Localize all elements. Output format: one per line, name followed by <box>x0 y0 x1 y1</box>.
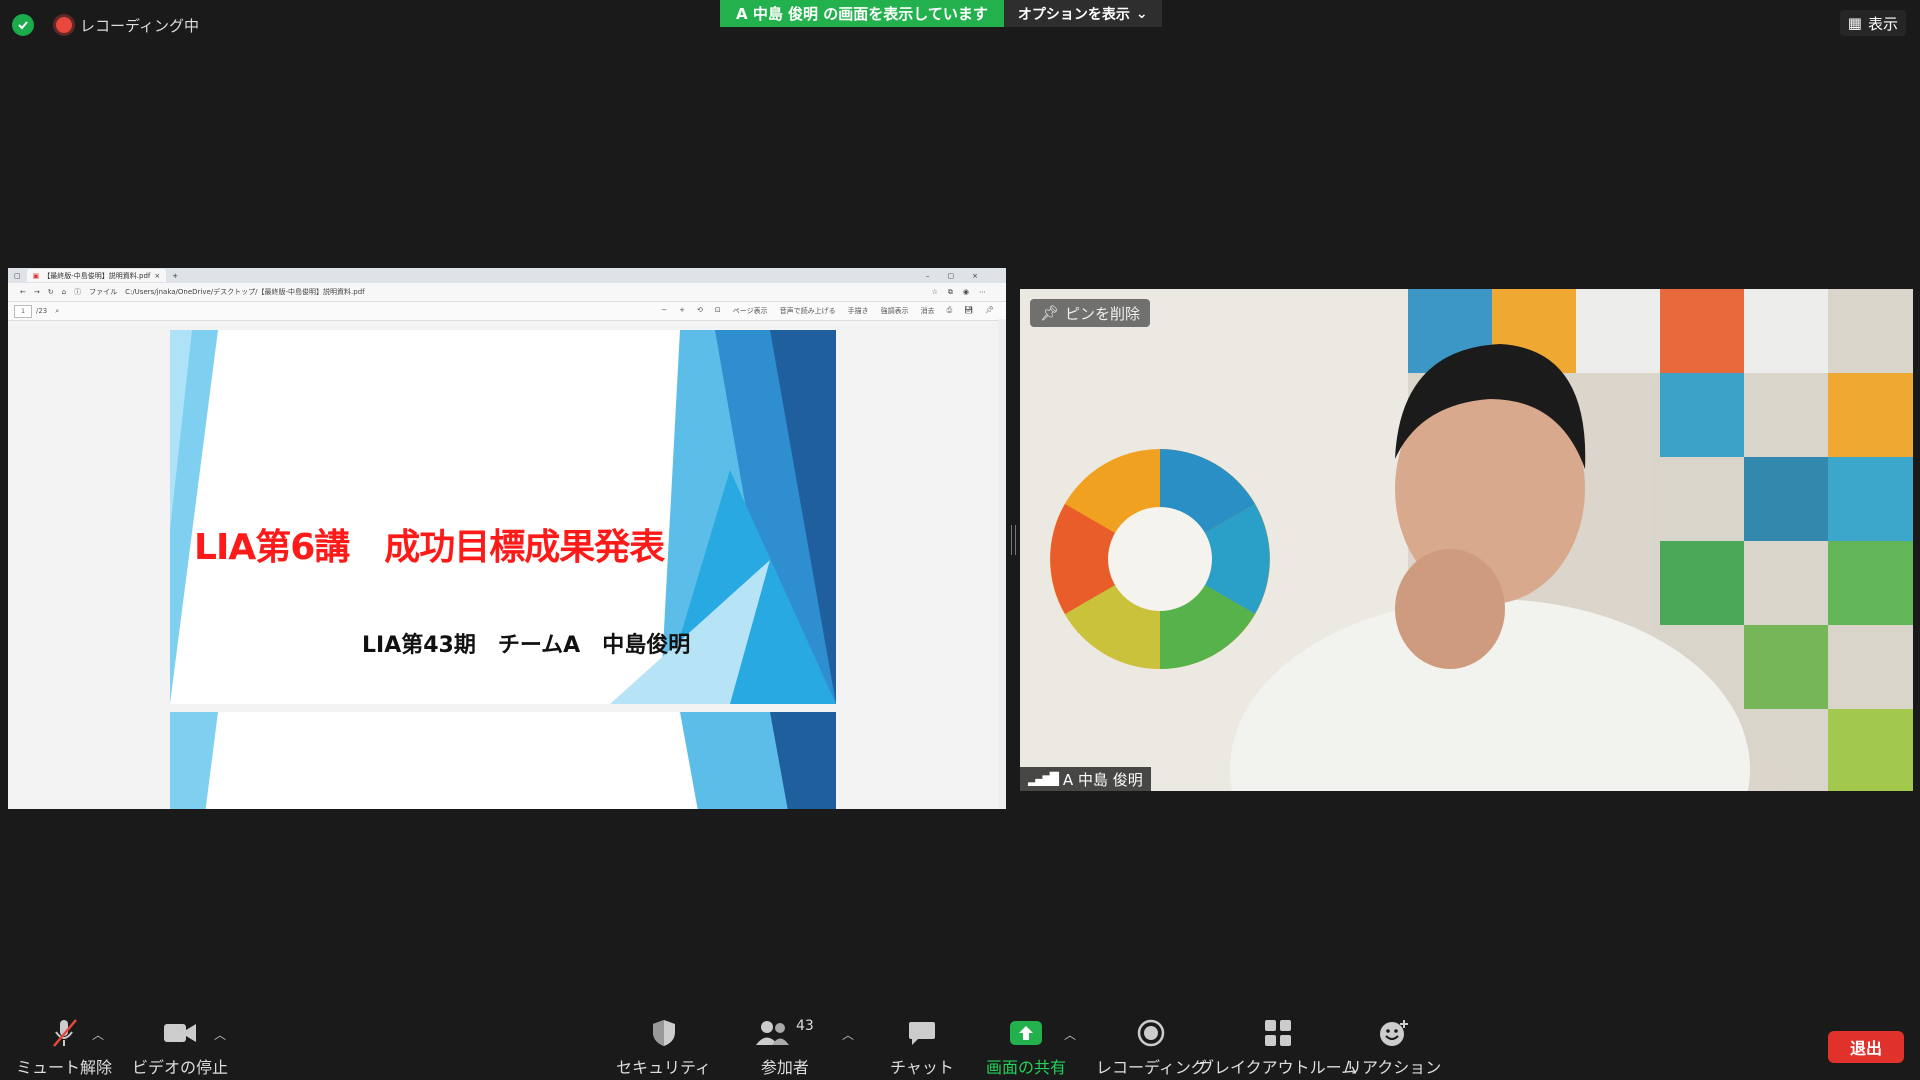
reactions-button[interactable]: リアクション <box>1346 1018 1441 1078</box>
participants-count: 43 <box>796 1018 814 1034</box>
pdf-toolbar: 1 /23 ⌕ − + ⟲ ⊡ ページ表示 音声で読み上げる 手描き 強調表示 … <box>8 302 1006 321</box>
zoom-in-icon[interactable]: + <box>679 306 685 316</box>
erase-tool[interactable]: 消去 <box>921 306 935 316</box>
pdf-icon: ▣ <box>32 271 40 280</box>
participants-icon: 43 <box>756 1018 814 1048</box>
recording-label: レコーディング中 <box>80 16 199 35</box>
window-icon: ▢ <box>14 271 21 280</box>
grid-icon: ▦ <box>1847 14 1862 32</box>
rotate-icon[interactable]: ⟲ <box>697 306 703 316</box>
shared-screen: ▢ ▣ 【最終版-中島俊明】説明資料.pdf × + –▢× ← → ↻ ⌂ ⓘ… <box>8 268 1006 809</box>
chat-button[interactable]: チャット <box>890 1018 954 1078</box>
slide-subtitle: LIA第43期 チームA 中島俊明 <box>362 633 691 658</box>
unmute-label: ミュート解除 <box>16 1058 113 1077</box>
video-options-caret-icon[interactable]: ︿ <box>214 1026 226 1043</box>
zoom-out-icon[interactable]: − <box>661 306 667 316</box>
share-screen-icon <box>1010 1018 1042 1048</box>
recording-dot-icon <box>56 17 72 33</box>
browser-action-icons[interactable]: ☆⧉◉⋯ <box>932 288 1006 297</box>
participants-caret-icon[interactable]: ︿ <box>842 1026 854 1043</box>
share-banner: A 中島 俊明 の画面を表示しています オプションを表示 ⌄ <box>720 0 1162 27</box>
share-screen-label: 画面の共有 <box>986 1058 1067 1077</box>
participant-nameplate: ▂▄▆█ A 中島 俊明 <box>1020 767 1151 791</box>
draw-tool[interactable]: 手描き <box>848 306 869 316</box>
pdf-scrollbar[interactable] <box>998 319 1006 809</box>
info-icon: ⓘ <box>74 288 82 296</box>
record-button[interactable]: レコーディング <box>1096 1018 1207 1078</box>
search-icon[interactable]: ⌕ <box>55 307 59 316</box>
audio-options-caret-icon[interactable]: ︿ <box>92 1026 104 1043</box>
home-icon[interactable]: ⌂ <box>62 288 66 296</box>
pdf-tools: − + ⟲ ⊡ ページ表示 音声で読み上げる 手描き 強調表示 消去 ⎙ 💾︎ … <box>661 306 1006 316</box>
view-label: 表示 <box>1867 14 1898 33</box>
participant-video <box>1020 289 1913 791</box>
breakout-rooms-label: ブレイクアウトルーム <box>1198 1058 1358 1077</box>
chat-bubble-icon <box>908 1018 936 1048</box>
reactions-label: リアクション <box>1346 1058 1442 1077</box>
sharing-notice: A 中島 俊明 の画面を表示しています <box>720 0 1004 27</box>
chevron-down-icon: ⌄ <box>1135 5 1148 22</box>
unpin-label: ピンを削除 <box>1065 304 1141 323</box>
view-options-label: オプションを表示 <box>1017 6 1130 23</box>
save-icon[interactable]: 💾︎ <box>964 306 973 316</box>
breakout-rooms-button[interactable]: ブレイクアウトルーム <box>1198 1018 1357 1078</box>
video-camera-icon <box>164 1018 196 1048</box>
smiley-plus-icon <box>1379 1018 1409 1048</box>
view-button[interactable]: ▦ 表示 <box>1839 10 1906 36</box>
highlight-tool[interactable]: 強調表示 <box>881 306 909 316</box>
split-handle[interactable] <box>1011 525 1016 555</box>
pin-icon: 📌︎ <box>1040 304 1060 322</box>
close-tab-icon[interactable]: × <box>154 272 160 280</box>
recording-indicator[interactable]: レコーディング中 <box>56 14 199 36</box>
chat-label: チャット <box>890 1058 954 1077</box>
refresh-icon[interactable]: ↻ <box>48 288 54 296</box>
back-icon[interactable]: ← <box>20 288 26 296</box>
address-bar[interactable]: ← → ↻ ⌂ ⓘ ファイル C:/Users/jnaka/OneDrive/デ… <box>8 283 1006 302</box>
participant-name: A 中島 俊明 <box>1062 770 1143 789</box>
record-icon <box>1137 1018 1165 1048</box>
share-screen-button[interactable]: 画面の共有 <box>986 1018 1066 1078</box>
fit-icon[interactable]: ⊡ <box>715 306 721 316</box>
stop-video-label: ビデオの停止 <box>132 1058 229 1077</box>
print-icon[interactable]: ⎙ <box>947 306 953 316</box>
security-label: セキュリティ <box>616 1058 712 1077</box>
pdf-slide-page-2 <box>170 712 836 809</box>
address-text[interactable]: C:/Users/jnaka/OneDrive/デスクトップ/【最終版-中島俊明… <box>125 287 365 297</box>
browser-tab-bar: ▢ ▣ 【最終版-中島俊明】説明資料.pdf × + –▢× <box>8 268 1006 283</box>
participants-label: 参加者 <box>760 1058 809 1077</box>
page-number-input[interactable]: 1 <box>14 304 32 318</box>
leave-button[interactable]: 退出 <box>1828 1031 1904 1063</box>
view-options-button[interactable]: オプションを表示 ⌄ <box>1003 0 1162 27</box>
page-view-tool[interactable]: ページ表示 <box>733 306 768 316</box>
participants-button[interactable]: 43 参加者 <box>756 1018 814 1078</box>
address-label: ファイル <box>89 288 118 296</box>
window-controls[interactable]: –▢× <box>926 272 1006 280</box>
share-options-caret-icon[interactable]: ︿ <box>1064 1026 1076 1043</box>
tab-title: 【最終版-中島俊明】説明資料.pdf <box>43 271 151 280</box>
forward-icon[interactable]: → <box>34 288 40 296</box>
meeting-toolbar <box>0 1010 1920 1080</box>
read-aloud-tool[interactable]: 音声で読み上げる <box>780 306 836 316</box>
page-total: /23 <box>36 307 48 315</box>
video-frame-image <box>1020 289 1913 791</box>
browser-tab[interactable]: ▣ 【最終版-中島俊明】説明資料.pdf × <box>26 269 167 282</box>
security-shield-icon[interactable] <box>12 14 34 36</box>
record-label: レコーディング <box>1096 1058 1207 1077</box>
breakout-grid-icon <box>1264 1018 1292 1048</box>
security-button[interactable]: セキュリティ <box>616 1018 711 1078</box>
new-tab-icon[interactable]: + <box>172 272 178 280</box>
pdf-slide-page-1: LIA第6講 成功目標成果発表 LIA第43期 チームA 中島俊明 <box>170 330 836 704</box>
microphone-muted-icon <box>50 1018 78 1048</box>
slide-decoration <box>170 712 836 809</box>
shield-icon <box>652 1018 676 1048</box>
signal-bars-icon: ▂▄▆█ <box>1028 772 1059 786</box>
pin-icon[interactable]: 📌︎ <box>985 306 994 316</box>
slide-title: LIA第6講 成功目標成果発表 <box>194 527 665 568</box>
unpin-button[interactable]: 📌︎ ピンを削除 <box>1030 299 1151 327</box>
